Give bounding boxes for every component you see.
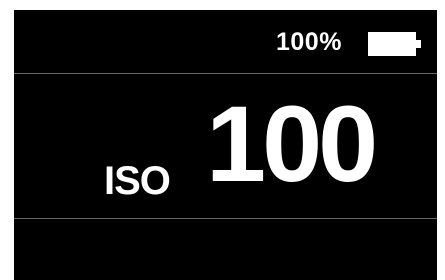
- iso-value: 100: [206, 83, 378, 204]
- iso-readout: ISO 100: [14, 74, 437, 218]
- camera-display-screen: 100% ISO 100: [14, 10, 437, 280]
- battery-full-icon: [368, 32, 424, 61]
- lower-panel: [14, 219, 437, 280]
- status-bar: 100%: [14, 10, 437, 73]
- battery-fill: [368, 32, 416, 56]
- iso-label: ISO: [104, 159, 171, 203]
- battery-percentage: 100%: [276, 28, 342, 56]
